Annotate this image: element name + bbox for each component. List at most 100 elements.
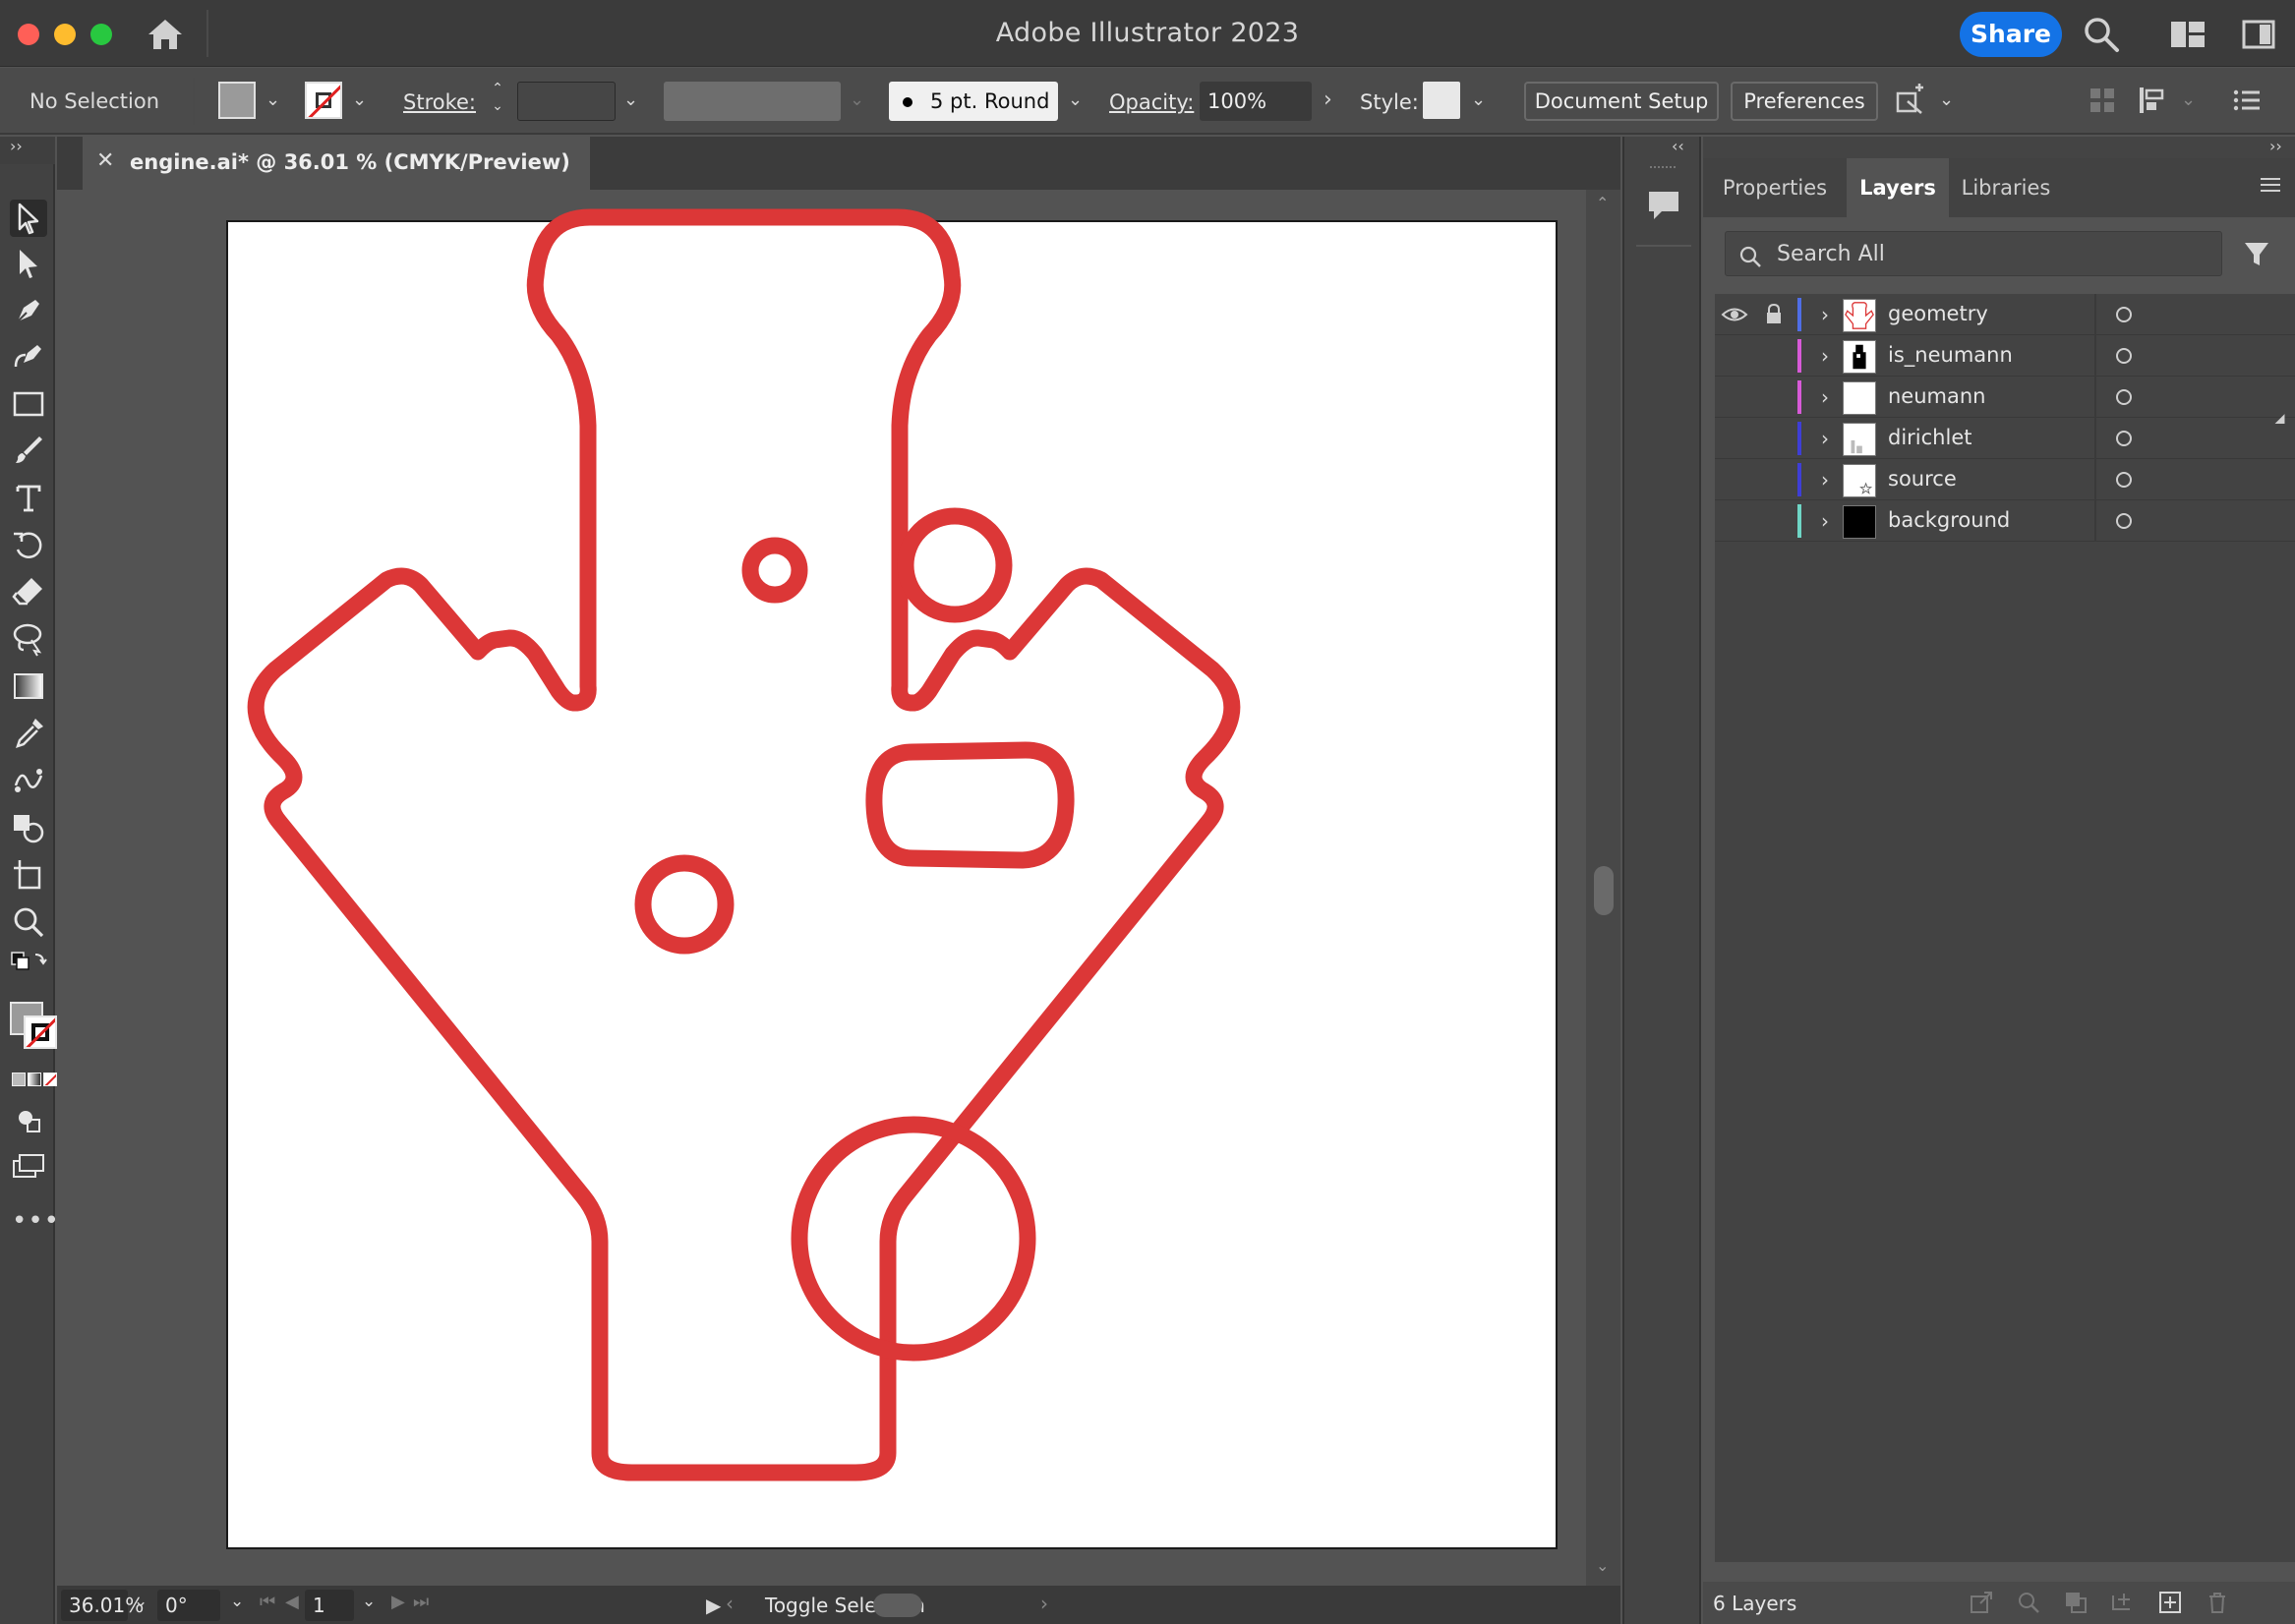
stroke-weight-chevron-icon[interactable]: ⌄ (623, 89, 638, 110)
clipping-mask-icon[interactable] (2063, 1590, 2089, 1615)
scroll-left-arrow-icon[interactable]: ‹ (726, 1592, 734, 1615)
new-layer-icon[interactable] (2157, 1590, 2183, 1615)
hole-middle-left[interactable] (634, 854, 735, 955)
collapse-panel-icon[interactable]: ›› (2269, 137, 2282, 155)
search-icon[interactable] (2083, 16, 2120, 53)
document-tab[interactable]: ✕ engine.ai* @ 36.01 % (CMYK/Preview) (83, 137, 590, 190)
tab-properties[interactable]: Properties (1703, 158, 1847, 217)
layer-row[interactable]: › geometry (1715, 294, 2295, 335)
blend-tool[interactable] (10, 762, 47, 799)
layer-row[interactable]: › neumann (1715, 377, 2295, 418)
expand-layer-chevron-icon[interactable]: › (1813, 506, 1837, 536)
expand-layer-chevron-icon[interactable]: › (1813, 382, 1837, 412)
lasso-tool[interactable] (10, 620, 47, 658)
hole-upper-right[interactable] (897, 507, 1013, 623)
layer-row[interactable]: › background (1715, 500, 2295, 542)
layer-row[interactable]: › dirichlet (1715, 418, 2295, 459)
scroll-up-arrow-icon[interactable]: ⌃ (1596, 194, 1609, 212)
zoom-level-field[interactable]: 36.01% (61, 1590, 144, 1621)
scroll-right-arrow-icon[interactable]: › (1040, 1592, 1048, 1615)
layer-target-icon[interactable] (2116, 389, 2132, 405)
fill-color-swatch[interactable] (218, 82, 256, 119)
layer-name[interactable]: background (1888, 508, 2010, 532)
layer-row[interactable]: › source (1715, 459, 2295, 500)
eraser-tool[interactable] (10, 573, 47, 610)
toolbar-collapse-strip[interactable]: ›› (0, 137, 55, 168)
layer-row[interactable]: › is_neumann (1715, 335, 2295, 377)
edit-toolbar-more-icon[interactable]: ••• (12, 1206, 60, 1236)
none-mode-button[interactable] (43, 1073, 57, 1086)
last-artboard-icon[interactable]: ⏭ (413, 1592, 429, 1612)
align-icon[interactable] (2138, 86, 2169, 115)
workspace-switcher-icon[interactable] (2170, 20, 2206, 49)
curvature-tool[interactable] (10, 337, 47, 375)
rotation-dropdown-chevron-icon[interactable]: ⌄ (230, 1592, 244, 1611)
stroke-dropdown-chevron-icon[interactable]: ⌄ (352, 89, 367, 110)
delete-layer-icon[interactable] (2205, 1590, 2230, 1615)
draw-mode-tool[interactable] (10, 1104, 47, 1135)
expand-layer-chevron-icon[interactable]: › (1813, 341, 1837, 371)
stroke-label[interactable]: Stroke: (403, 90, 476, 114)
filter-icon[interactable] (2242, 239, 2271, 268)
stroke-weight-field[interactable] (517, 82, 616, 121)
panel-toggle-icon[interactable] (2242, 20, 2275, 49)
new-sublayer-icon[interactable] (2110, 1590, 2136, 1615)
opacity-input[interactable]: 100% (1200, 82, 1312, 121)
align-chevron-icon[interactable]: ⌄ (2181, 89, 2196, 110)
small-hole-left[interactable] (741, 537, 808, 604)
graphic-style-swatch[interactable] (1423, 82, 1460, 119)
first-artboard-icon[interactable]: ⏮ (260, 1592, 275, 1612)
opacity-expand-chevron-icon[interactable]: › (1324, 87, 1332, 112)
layers-search-input[interactable] (1777, 238, 2209, 269)
stepper-down-icon[interactable]: ⌄ (486, 97, 509, 115)
quick-actions-chevron-icon[interactable]: ⌄ (1939, 89, 1954, 110)
rotation-field[interactable]: 0° (157, 1590, 220, 1621)
scroll-down-arrow-icon[interactable]: ⌄ (1596, 1556, 1609, 1575)
opacity-label[interactable]: Opacity: (1109, 90, 1194, 114)
locate-object-icon[interactable] (2016, 1590, 2041, 1615)
layer-name[interactable]: geometry (1888, 302, 1988, 325)
zoom-tool[interactable] (10, 903, 47, 941)
layer-target-icon[interactable] (2116, 307, 2132, 322)
expand-layer-chevron-icon[interactable]: › (1813, 465, 1837, 494)
expand-layer-chevron-icon[interactable]: › (1813, 424, 1837, 453)
stroke-weight-stepper[interactable]: ⌃ ⌄ (486, 80, 509, 123)
next-artboard-icon[interactable]: ▶ (391, 1592, 405, 1612)
share-button[interactable]: Share (1960, 12, 2062, 57)
color-mode-button[interactable] (12, 1073, 26, 1086)
gradient-tool[interactable] (10, 667, 47, 705)
variable-width-chevron-icon[interactable]: ⌄ (850, 89, 864, 110)
large-bore-hole[interactable] (791, 1116, 1036, 1362)
visibility-eye-icon[interactable] (1721, 304, 1748, 325)
tab-layers[interactable]: Layers (1847, 158, 1949, 217)
vertical-scroll-thumb[interactable] (1594, 866, 1614, 915)
canvas-area[interactable] (57, 190, 1586, 1586)
screen-mode-tool[interactable] (10, 1151, 47, 1183)
pen-tool[interactable] (10, 292, 47, 329)
layer-target-icon[interactable] (2116, 431, 2132, 446)
panel-menu-icon[interactable] (2260, 176, 2281, 194)
expand-layer-chevron-icon[interactable]: › (1813, 300, 1837, 329)
layer-name[interactable]: is_neumann (1888, 343, 2013, 367)
control-bar-menu-icon[interactable] (2232, 87, 2262, 113)
artboard-dropdown-chevron-icon[interactable]: ⌄ (362, 1592, 376, 1611)
layer-target-icon[interactable] (2116, 513, 2132, 529)
horizontal-scroll-thumb[interactable] (873, 1594, 922, 1617)
artboard-tool[interactable] (10, 856, 47, 894)
layer-name[interactable]: source (1888, 467, 1957, 491)
previous-artboard-icon[interactable]: ◀ (285, 1592, 299, 1612)
brush-definition-field[interactable]: 5 pt. Round (889, 82, 1058, 121)
gradient-mode-button[interactable] (28, 1073, 41, 1086)
status-menu-arrow-icon[interactable]: ▶ (706, 1594, 721, 1617)
type-tool[interactable] (10, 479, 47, 516)
stroke-color-box[interactable] (24, 1015, 57, 1049)
quick-actions-icon[interactable] (1894, 84, 1929, 119)
direct-selection-tool[interactable] (10, 245, 47, 282)
default-colors-control[interactable] (10, 951, 47, 980)
brush-dropdown-chevron-icon[interactable]: ⌄ (1068, 89, 1083, 110)
stepper-up-icon[interactable]: ⌃ (486, 80, 509, 97)
rotate-tool[interactable] (10, 526, 47, 563)
layer-target-icon[interactable] (2116, 472, 2132, 488)
stroke-color-swatch[interactable] (305, 82, 342, 119)
slot-hole[interactable] (865, 741, 1075, 869)
